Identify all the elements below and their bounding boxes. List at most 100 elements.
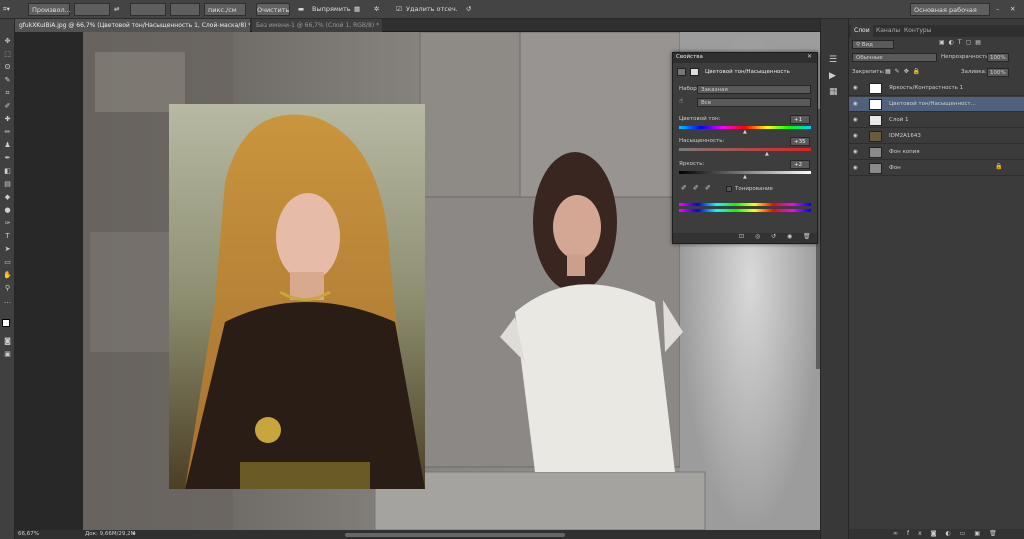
lasso-tool-icon[interactable]: ʘ	[2, 63, 13, 72]
eye-icon[interactable]: ◉	[853, 145, 858, 160]
visibility-icon[interactable]: ◉	[787, 233, 792, 240]
reset-adjustment-icon[interactable]: ↺	[771, 233, 776, 240]
lightness-slider-thumb[interactable]: ▲	[743, 174, 747, 180]
zoom-tool-icon[interactable]: ⚲	[2, 284, 13, 293]
eye-icon[interactable]: ◉	[853, 129, 858, 144]
actions-icon[interactable]: ▶	[829, 71, 836, 81]
eye-icon[interactable]: ◉	[853, 113, 858, 128]
eyedropper-plus-icon[interactable]: ✐	[693, 184, 699, 192]
channel-select[interactable]: Все	[697, 98, 811, 107]
lightness-value[interactable]: +2	[790, 160, 810, 169]
healing-tool-icon[interactable]: ✚	[2, 115, 13, 124]
clip-to-layer-icon[interactable]: ⊡	[739, 233, 744, 240]
eye-icon[interactable]: ◉	[853, 97, 858, 112]
pen-tool-icon[interactable]: ✑	[2, 219, 13, 228]
straighten-icon[interactable]: ▬	[298, 3, 308, 16]
layer-kind-filter[interactable]: ⚲ Вид	[852, 40, 894, 49]
straighten-label[interactable]: Выпрямить	[312, 3, 351, 16]
fill-value[interactable]: 100%	[987, 68, 1009, 77]
resolution-field[interactable]	[170, 3, 200, 16]
stamp-tool-icon[interactable]: ♟	[2, 141, 13, 150]
quick-mask-icon[interactable]: ◙	[2, 337, 13, 346]
colorize-checkbox[interactable]	[726, 186, 732, 192]
mask-icon[interactable]	[690, 68, 699, 76]
group-icon[interactable]: ▭	[960, 530, 975, 537]
lock-icon[interactable]: 🔒	[995, 163, 1002, 170]
tab-layers[interactable]: Слои	[851, 25, 873, 37]
properties-tab[interactable]: Свойства	[676, 54, 703, 60]
fx-icon[interactable]: fx	[907, 530, 931, 537]
layer-row[interactable]: ◉ Слой 1	[849, 113, 1024, 128]
tab-paths[interactable]: Контуры	[901, 25, 934, 37]
layer-row[interactable]: ◉ IDM2A1643	[849, 129, 1024, 144]
shape-tool-icon[interactable]: ▭	[2, 258, 13, 267]
workspace-select[interactable]: Основная рабочая среда	[910, 3, 990, 27]
quick-select-tool-icon[interactable]: ✎	[2, 76, 13, 85]
gradient-tool-icon[interactable]: ▤	[2, 180, 13, 189]
view-previous-icon[interactable]: ◎	[755, 233, 760, 240]
layer-row[interactable]: ◉ Цветовой тон/Насыщенност...	[849, 97, 1024, 112]
horizontal-scrollbar[interactable]	[345, 533, 565, 537]
adjustment-icon[interactable]: ◐	[946, 530, 960, 537]
blend-mode-select[interactable]: Обычные	[852, 53, 937, 62]
lock-icons[interactable]: ▦✎✥🔒	[885, 68, 924, 75]
new-layer-icon[interactable]: ▣	[974, 530, 989, 537]
delete-adjustment-icon[interactable]: 🗑	[803, 233, 811, 240]
move-tool-icon[interactable]: ✥	[2, 37, 13, 46]
gear-icon[interactable]: ✲	[374, 3, 386, 16]
hue-value[interactable]: +1	[790, 115, 810, 124]
type-tool-icon[interactable]: T	[2, 232, 13, 241]
eyedropper-minus-icon[interactable]: ✐	[705, 184, 711, 192]
saturation-slider[interactable]	[679, 148, 811, 151]
hue-slider-thumb[interactable]: ▲	[743, 129, 747, 135]
history-brush-tool-icon[interactable]: ✒	[2, 154, 13, 163]
eyedropper-icon[interactable]: ✐	[681, 184, 687, 192]
delete-cropped-checkbox[interactable]: ☑	[396, 3, 404, 16]
opacity-value[interactable]: 100%	[987, 53, 1009, 62]
grid-overlay-icon[interactable]: ▦	[354, 3, 366, 16]
units-select[interactable]: пикс./см	[204, 3, 246, 16]
blur-tool-icon[interactable]: ◆	[2, 193, 13, 202]
crop-tool-icon[interactable]: ⌗▾	[3, 3, 15, 16]
dodge-tool-icon[interactable]: ●	[2, 206, 13, 215]
path-select-tool-icon[interactable]: ➤	[2, 245, 13, 254]
saturation-value[interactable]: +35	[790, 137, 810, 146]
brush-tool-icon[interactable]: ✏	[2, 128, 13, 137]
marquee-tool-icon[interactable]: ⬚	[2, 50, 13, 59]
link-icon[interactable]: ∞	[893, 530, 907, 537]
screen-mode-icon[interactable]: ▣	[2, 350, 13, 359]
foreground-color-swatch[interactable]	[2, 319, 10, 327]
width-field[interactable]	[74, 3, 110, 16]
tab-document-1[interactable]: gfukXKuIBiA.jpg @ 66,7% (Цветовой тон/На…	[15, 19, 250, 32]
history-icon[interactable]: ☰	[829, 55, 837, 65]
preset-select[interactable]: Заказная	[697, 85, 811, 94]
height-field[interactable]	[130, 3, 166, 16]
hand-adjust-icon[interactable]: ☝	[679, 97, 683, 105]
extra-tools-icon[interactable]: …	[2, 297, 13, 306]
trash-icon[interactable]: 🗑	[989, 530, 1006, 537]
zoom-level[interactable]: 66,67%	[18, 530, 39, 539]
hand-tool-icon[interactable]: ✋	[2, 271, 13, 280]
layer-row[interactable]: ◉ Яркость/Контрастность 1	[849, 81, 1024, 96]
eyedropper-tool-icon[interactable]: ✐	[2, 102, 13, 111]
swatches-icon[interactable]: ▦	[829, 87, 838, 97]
eye-icon[interactable]: ◉	[853, 81, 858, 96]
filter-icons[interactable]: ▣◐T▢▤	[939, 39, 985, 46]
panel-close-icon[interactable]: ✕	[807, 53, 812, 60]
add-mask-icon[interactable]: ◙	[931, 530, 946, 537]
ratio-select[interactable]: Произвол...	[28, 3, 71, 16]
status-arrow-icon[interactable]: ▸	[133, 530, 136, 539]
layer-row[interactable]: ◉ Фон копия	[849, 145, 1024, 160]
reset-icon[interactable]: ↺	[466, 3, 476, 16]
adjustment-title: Цветовой тон/Насыщенность	[705, 69, 790, 75]
clear-button[interactable]: Очистить	[256, 3, 290, 16]
swap-icon[interactable]: ⇄	[114, 3, 126, 16]
tab-channels[interactable]: Каналы	[873, 25, 903, 37]
eye-icon[interactable]: ◉	[853, 161, 858, 176]
minimize-icon[interactable]: –	[996, 3, 1004, 16]
saturation-slider-thumb[interactable]: ▲	[765, 151, 769, 157]
close-icon[interactable]: ✕	[1010, 3, 1018, 16]
eraser-tool-icon[interactable]: ◧	[2, 167, 13, 176]
tab-document-2[interactable]: Без имени-1 @ 66,7% (Слой 1, RGB/8) *	[252, 19, 382, 32]
crop-tool-icon[interactable]: ⌗	[2, 89, 13, 98]
